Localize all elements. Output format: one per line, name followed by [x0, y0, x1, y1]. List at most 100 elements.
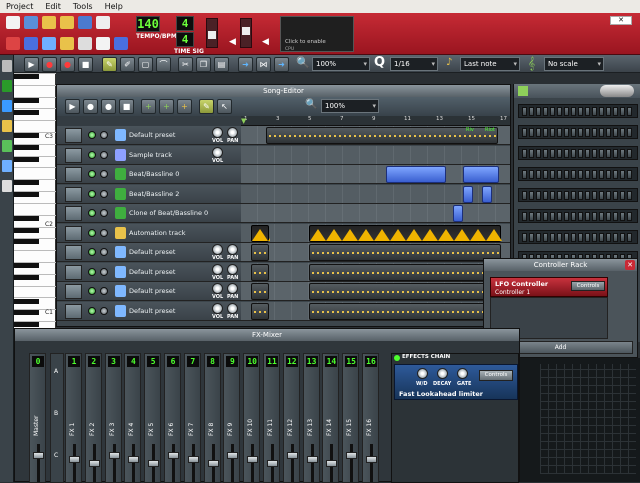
- beat-step[interactable]: [592, 128, 597, 137]
- solo-led[interactable]: [100, 131, 108, 139]
- track-grip-icon[interactable]: [65, 304, 82, 319]
- zoom-combo[interactable]: 100%: [312, 57, 370, 71]
- copy-icon[interactable]: ❐: [196, 57, 211, 72]
- beat-bassline-editor-icon[interactable]: [24, 37, 38, 50]
- beat-step[interactable]: [599, 191, 604, 200]
- fader-knob[interactable]: [33, 452, 44, 459]
- fx-channel-label[interactable]: FX 10: [247, 396, 258, 436]
- pattern-block[interactable]: [266, 127, 498, 144]
- song-editor-icon[interactable]: [6, 37, 20, 50]
- fx-channel[interactable]: 16 FX 16: [362, 353, 379, 483]
- fx-channel-label[interactable]: FX 15: [346, 396, 357, 436]
- fx-channel[interactable]: 2 FX 2: [85, 353, 102, 483]
- black-key[interactable]: [14, 157, 39, 162]
- beat-step[interactable]: [620, 233, 625, 242]
- pan-knob[interactable]: [227, 303, 238, 314]
- my-samples-icon[interactable]: [2, 140, 12, 152]
- project-notes-icon[interactable]: [96, 37, 110, 50]
- beat-step[interactable]: [543, 128, 548, 137]
- cut-icon[interactable]: ✂: [178, 57, 193, 72]
- beat-step[interactable]: [627, 233, 632, 242]
- window-close-icon[interactable]: ✕: [610, 16, 632, 25]
- track-grip-icon[interactable]: [65, 167, 82, 182]
- se-record-icon[interactable]: ●: [83, 99, 98, 114]
- track-lane[interactable]: [241, 204, 510, 223]
- fx-channel[interactable]: 10 FX 10: [243, 353, 260, 483]
- pattern-block[interactable]: [482, 186, 492, 203]
- beat-step[interactable]: [592, 149, 597, 158]
- beat-step[interactable]: [543, 191, 548, 200]
- beat-step[interactable]: [550, 212, 555, 221]
- black-key[interactable]: [14, 110, 39, 115]
- beat-step[interactable]: [620, 149, 625, 158]
- beat-step[interactable]: [606, 149, 611, 158]
- piano-roll-icon[interactable]: [42, 37, 56, 50]
- beat-step[interactable]: [606, 107, 611, 116]
- fx-channel[interactable]: 8 FX 8: [204, 353, 221, 483]
- track-grip-icon[interactable]: [65, 128, 82, 143]
- beat-step[interactable]: [571, 170, 576, 179]
- pattern-block[interactable]: [463, 166, 499, 183]
- fx-channel-label[interactable]: FX 4: [128, 396, 139, 436]
- black-key[interactable]: [14, 263, 39, 268]
- beat-step[interactable]: [613, 170, 618, 179]
- pan-knob[interactable]: [227, 127, 238, 138]
- master-pitch-slider[interactable]: [240, 18, 252, 48]
- beat-step[interactable]: [592, 170, 597, 179]
- fx-channel[interactable]: 5 FX 5: [144, 353, 161, 483]
- fader-knob[interactable]: [109, 452, 120, 459]
- beat-step[interactable]: [578, 233, 583, 242]
- beat-step[interactable]: [522, 107, 527, 116]
- track-grip-icon[interactable]: [65, 187, 82, 202]
- beat-step[interactable]: [585, 128, 590, 137]
- automation-editor-icon[interactable]: [60, 37, 74, 50]
- track-name[interactable]: Automation track: [129, 229, 185, 237]
- volume-knob[interactable]: [212, 264, 223, 275]
- track-lane[interactable]: [241, 185, 510, 204]
- beat-step[interactable]: [564, 233, 569, 242]
- fx-channel[interactable]: 7 FX 7: [184, 353, 201, 483]
- solo-led[interactable]: [100, 307, 108, 315]
- beat-step[interactable]: [599, 107, 604, 116]
- lfo-controller-item[interactable]: LFO Controller Controller 1 Controls: [490, 277, 608, 297]
- beat-step[interactable]: [571, 212, 576, 221]
- beat-step[interactable]: [585, 107, 590, 116]
- stop-icon[interactable]: ■: [78, 57, 93, 72]
- beat-step[interactable]: [592, 191, 597, 200]
- beat-step[interactable]: [536, 128, 541, 137]
- beat-step[interactable]: [620, 128, 625, 137]
- fader-knob[interactable]: [267, 460, 278, 467]
- menu-project[interactable]: Project: [0, 2, 39, 11]
- track-name[interactable]: Default preset: [129, 131, 175, 139]
- mute-led[interactable]: [88, 248, 96, 256]
- bank-b[interactable]: B: [54, 410, 58, 417]
- mute-led[interactable]: [88, 151, 96, 159]
- fader-knob[interactable]: [227, 452, 238, 459]
- beat-step[interactable]: [627, 149, 632, 158]
- volume-knob[interactable]: [212, 303, 223, 314]
- fader-knob[interactable]: [346, 452, 357, 459]
- samples-icon[interactable]: [2, 80, 12, 92]
- volume-knob[interactable]: [212, 283, 223, 294]
- black-key[interactable]: [14, 239, 39, 244]
- fx-channel-label[interactable]: FX 2: [89, 396, 100, 436]
- stop-behavior-icon[interactable]: ➜: [274, 57, 289, 72]
- solo-led[interactable]: [100, 248, 108, 256]
- fader-knob[interactable]: [188, 456, 199, 463]
- beat-step[interactable]: [620, 191, 625, 200]
- beat-step[interactable]: [522, 128, 527, 137]
- fx-channel[interactable]: 1 FX 1: [65, 353, 82, 483]
- black-key[interactable]: [14, 192, 39, 197]
- fx-channel-label[interactable]: FX 9: [227, 396, 238, 436]
- pan-knob[interactable]: [227, 264, 238, 275]
- effect-controls-button[interactable]: Controls: [479, 370, 513, 381]
- beat-step[interactable]: [599, 170, 604, 179]
- beat-step[interactable]: [536, 233, 541, 242]
- beat-step[interactable]: [592, 212, 597, 221]
- mute-led[interactable]: [88, 287, 96, 295]
- play-icon[interactable]: ▶: [24, 57, 39, 72]
- volume-knob[interactable]: [212, 147, 223, 158]
- fx-channel[interactable]: 0 Master: [29, 353, 46, 483]
- playhead-marker[interactable]: ▼: [241, 117, 246, 125]
- fx-channel-label[interactable]: FX 7: [188, 396, 199, 436]
